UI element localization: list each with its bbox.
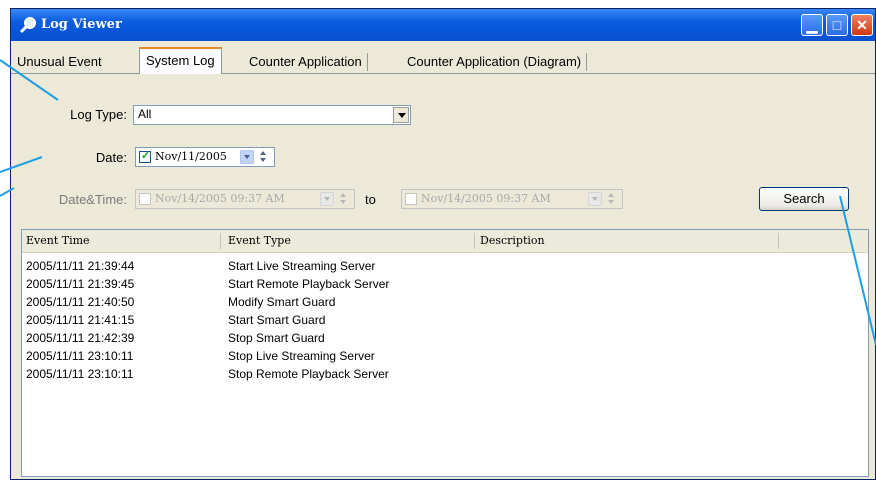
column-divider[interactable] [778, 233, 779, 249]
tab-label: Counter Application (Diagram) [407, 54, 582, 69]
table-row[interactable]: 2005/11/11 21:39:44 Start Live Streaming… [22, 258, 868, 276]
chevron-down-icon[interactable] [393, 107, 409, 123]
event-type-cell: Start Live Streaming Server [228, 259, 376, 273]
datetime-to-checkbox[interactable] [405, 193, 417, 205]
log-type-value: All [138, 107, 152, 121]
tab-separator [366, 53, 368, 71]
event-type-cell: Start Smart Guard [228, 313, 326, 327]
event-time-cell: 2005/11/11 23:10:11 [26, 367, 134, 381]
column-divider[interactable] [474, 233, 475, 249]
minimize-icon: ▁ [806, 17, 818, 33]
maximize-icon: □ [832, 17, 842, 33]
event-time-cell: 2005/11/11 21:42:39 [26, 331, 135, 345]
log-type-label: Log Type: [70, 107, 127, 122]
tab-counter-application[interactable]: Counter Application [243, 51, 368, 73]
table-row[interactable]: 2005/11/11 21:39:45 Start Remote Playbac… [22, 276, 868, 294]
close-icon: ✕ [856, 17, 868, 33]
close-button[interactable]: ✕ [851, 14, 873, 36]
tab-unusual-event[interactable]: Unusual Event [11, 51, 108, 73]
table-row[interactable]: 2005/11/11 23:10:11 Stop Remote Playback… [22, 366, 868, 384]
table-body: 2005/11/11 21:39:44 Start Live Streaming… [22, 258, 868, 384]
column-divider[interactable] [220, 233, 221, 249]
title-bar[interactable]: Log Viewer ▁ □ ✕ [11, 9, 875, 41]
table-header: Event Time Event Type Description [22, 230, 868, 253]
date-label: Date: [95, 150, 127, 165]
date-value: Nov/11/2005 [155, 150, 227, 163]
tab-label: Counter Application [249, 54, 362, 69]
tab-strip: Unusual Event System Log Counter Applica… [11, 47, 875, 74]
window-title: Log Viewer [41, 17, 122, 32]
event-time-cell: 2005/11/11 21:39:45 [26, 277, 135, 291]
event-log-table[interactable]: Event Time Event Type Description 2005/1… [21, 229, 869, 477]
event-type-cell: Modify Smart Guard [228, 295, 336, 309]
minimize-button[interactable]: ▁ [801, 14, 823, 36]
maximize-button[interactable]: □ [826, 14, 848, 36]
event-type-cell: Start Remote Playback Server [228, 277, 390, 291]
date-picker[interactable]: ✓ Nov/11/2005 [135, 147, 275, 167]
date-enabled-checkbox[interactable]: ✓ [139, 150, 151, 163]
tab-system-log[interactable]: System Log [139, 47, 222, 74]
event-type-cell: Stop Remote Playback Server [228, 367, 389, 381]
spinner-icon[interactable] [606, 192, 616, 206]
datetime-from-checkbox[interactable] [139, 193, 151, 205]
event-time-cell: 2005/11/11 21:41:15 [26, 313, 135, 327]
spinner-icon[interactable] [258, 150, 268, 164]
datetime-label: Date&Time: [58, 192, 127, 207]
tab-label: System Log [146, 53, 215, 68]
column-header-description[interactable]: Description [480, 234, 545, 247]
column-header-event-time[interactable]: Event Time [26, 234, 90, 247]
spinner-icon[interactable] [338, 192, 348, 206]
checkmark-icon: ✓ [141, 150, 151, 162]
search-button[interactable]: Search [759, 187, 849, 211]
datetime-to-value: Nov/14/2005 09:37 AM [421, 192, 551, 205]
table-row[interactable]: 2005/11/11 23:10:11 Stop Live Streaming … [22, 348, 868, 366]
chevron-down-icon[interactable] [320, 192, 334, 206]
datetime-from-value: Nov/14/2005 09:37 AM [155, 192, 285, 205]
log-type-select[interactable]: All [133, 105, 411, 125]
event-type-cell: Stop Smart Guard [228, 331, 325, 345]
table-row[interactable]: 2005/11/11 21:40:50 Modify Smart Guard [22, 294, 868, 312]
datetime-to-label: to [365, 192, 376, 207]
table-row[interactable]: 2005/11/11 21:42:39 Stop Smart Guard [22, 330, 868, 348]
event-time-cell: 2005/11/11 21:39:44 [26, 259, 135, 273]
tab-counter-application-diagram[interactable]: Counter Application (Diagram) [401, 51, 588, 73]
event-time-cell: 2005/11/11 21:40:50 [26, 295, 135, 309]
tab-separator [586, 53, 588, 71]
chevron-down-icon[interactable] [240, 150, 254, 164]
log-viewer-window: Log Viewer ▁ □ ✕ Unusual Event System Lo… [10, 8, 876, 480]
tab-label: Unusual Event [17, 54, 102, 69]
event-time-cell: 2005/11/11 23:10:11 [26, 349, 134, 363]
datetime-to-picker[interactable]: Nov/14/2005 09:37 AM [401, 189, 623, 209]
chevron-down-icon[interactable] [588, 192, 602, 206]
table-row[interactable]: 2005/11/11 21:41:15 Start Smart Guard [22, 312, 868, 330]
event-type-cell: Stop Live Streaming Server [228, 349, 375, 363]
column-header-event-type[interactable]: Event Type [228, 234, 291, 247]
datetime-from-picker[interactable]: Nov/14/2005 09:37 AM [135, 189, 355, 209]
magnifier-icon [19, 17, 36, 34]
